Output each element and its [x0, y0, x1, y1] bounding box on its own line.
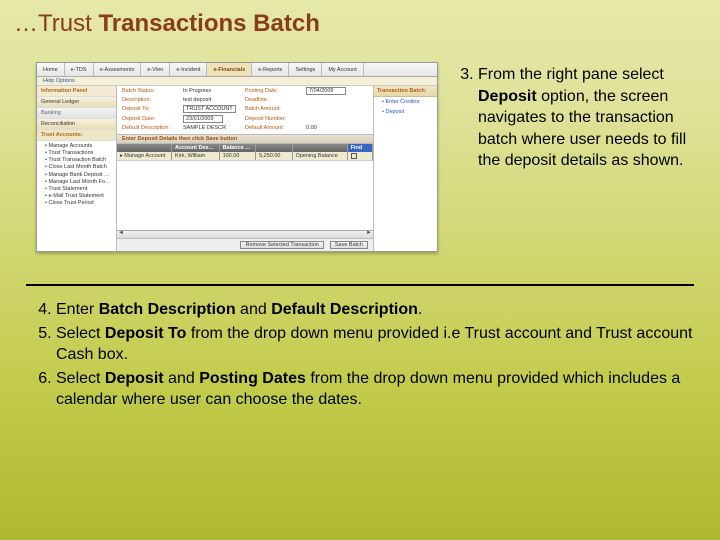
lbl-deposit-date: Deposit Date:: [122, 116, 180, 122]
link-deposit[interactable]: • Deposit: [374, 107, 437, 117]
col-3: [256, 144, 293, 152]
trust-links: • Manage Accounts • Trust Transactions •…: [37, 141, 116, 251]
page-title: …Trust Transactions Batch: [0, 0, 720, 44]
lbl-deposit-to: Deposit To:: [122, 106, 180, 112]
posting-date-field[interactable]: 7/04/2009: [306, 87, 346, 95]
link-enter-creditor[interactable]: • Enter Creditor: [374, 97, 437, 107]
step-6: Select Deposit and Posting Dates from th…: [56, 367, 694, 412]
link-close-trust-period[interactable]: • Close Trust Period: [45, 200, 112, 207]
col-4: [293, 144, 348, 152]
link-email-trust-statement[interactable]: • e-Mail Trust Statement: [45, 193, 112, 200]
table-row[interactable]: ▸ Manage Account Kirk, William 100.00 5,…: [117, 152, 373, 160]
save-batch-button[interactable]: Save Batch: [330, 241, 368, 249]
link-close-last-month-batch[interactable]: • Close Last Month Batch: [45, 164, 112, 171]
tab-assesments[interactable]: e-Assesments: [94, 63, 142, 76]
col-0: [117, 144, 172, 152]
step-4: Enter Batch Description and Default Desc…: [56, 298, 694, 322]
col-account-desc: Account Description: [172, 144, 220, 152]
info-panel-header: Information Panel: [37, 86, 116, 97]
horizontal-scrollbar[interactable]: [117, 230, 373, 238]
remove-selected-button[interactable]: Remove Selected Transaction: [240, 241, 323, 249]
step-5: Select Deposit To from the drop down men…: [56, 322, 694, 367]
trust-accounts-header: Trust Accounts:: [37, 130, 116, 141]
link-manage-bank-deposit[interactable]: • Manage Bank Deposit Forms: [45, 172, 112, 179]
title-prefix: …Trust: [14, 10, 98, 37]
app-screenshot: Home e-TDS e-Assesments e-Vlen e-Inciden…: [36, 62, 438, 252]
step3-block: From the right pane select Deposit optio…: [456, 62, 700, 252]
tab-financials[interactable]: e-Financials: [207, 63, 252, 76]
right-panel: Transaction Batch: • Enter Creditor • De…: [373, 86, 437, 251]
nav-banking[interactable]: Banking: [37, 108, 116, 119]
step-3: From the right pane select Deposit optio…: [478, 64, 700, 172]
help-options-bar[interactable]: Help Options: [37, 77, 437, 86]
val-batch-status: In Progress: [183, 88, 211, 94]
grid-header: Account Description Balance Amount Find: [117, 144, 373, 152]
val-description[interactable]: test deposit: [183, 97, 211, 103]
lbl-deposit-number: Deposit Number:: [245, 116, 303, 122]
transaction-batch-header: Transaction Batch:: [374, 86, 437, 97]
nav-reconciliation[interactable]: Reconciliation: [37, 119, 116, 130]
tab-vlen[interactable]: e-Vlen: [141, 63, 170, 76]
nav-general-ledger[interactable]: General Ledger: [37, 97, 116, 108]
val-default-amount[interactable]: 0.00: [306, 125, 317, 131]
left-panel: Information Panel General Ledger Banking…: [37, 86, 117, 251]
link-manage-accounts[interactable]: • Manage Accounts: [45, 143, 112, 150]
row-checkbox[interactable]: [351, 153, 357, 159]
tab-settings[interactable]: Settings: [289, 63, 322, 76]
tab-incident[interactable]: e-Incident: [170, 63, 207, 76]
link-trust-transaction-batch[interactable]: • Trust Transaction Batch: [45, 157, 112, 164]
val-default-desc[interactable]: SAMPLE DESCR: [183, 125, 226, 131]
lbl-default-desc: Default Description:: [122, 125, 180, 131]
tab-myaccount[interactable]: My Account: [322, 63, 363, 76]
link-manage-last-month-forms[interactable]: • Manage Last Month Forms: [45, 179, 112, 186]
top-tabs: Home e-TDS e-Assesments e-Vlen e-Inciden…: [37, 63, 437, 77]
col-find[interactable]: Find: [348, 144, 373, 152]
steps-4-6: Enter Batch Description and Default Desc…: [0, 298, 720, 412]
lbl-default-amount: Default Amount:: [245, 125, 303, 131]
link-trust-statement[interactable]: • Trust Statement: [45, 186, 112, 193]
col-balance: Balance Amount: [220, 144, 257, 152]
title-main: Transactions Batch: [98, 10, 319, 37]
deposit-to-field[interactable]: TRUST ACCOUNT: [183, 105, 236, 113]
tab-etds[interactable]: e-TDS: [65, 63, 94, 76]
lbl-posting-date: Posting Date:: [245, 88, 303, 94]
lbl-description: Description:: [122, 97, 180, 103]
center-form: Batch Status:In Progress Posting Date:7/…: [117, 86, 373, 251]
section-divider: [26, 284, 694, 286]
tab-home[interactable]: Home: [37, 63, 65, 76]
tab-reports[interactable]: e-Reports: [252, 63, 289, 76]
lbl-batch-status: Batch Status:: [122, 88, 180, 94]
deposit-date-field[interactable]: 23/01/2009: [183, 115, 223, 123]
link-trust-transactions[interactable]: • Trust Transactions: [45, 150, 112, 157]
lbl-deadline: Deadline:: [245, 97, 303, 103]
grid-title: Enter Deposit Details then click Save bu…: [117, 134, 373, 144]
lbl-batch-amount: Batch Amount:: [245, 106, 303, 112]
